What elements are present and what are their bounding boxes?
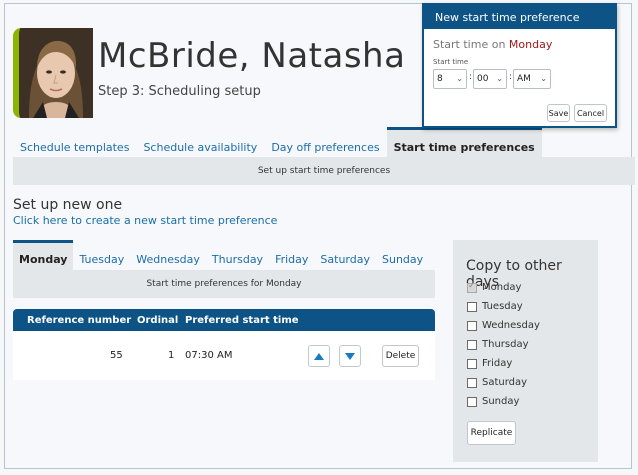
table-row: 55 1 07:30 AM Delete (13, 331, 435, 380)
checkbox-monday[interactable] (467, 281, 477, 293)
time-separator: : (509, 72, 513, 82)
checkbox-label: Wednesday (482, 320, 540, 331)
copy-day-monday[interactable]: Monday (467, 281, 522, 293)
day-tabs: Monday Tuesday Wednesday Thursday Friday… (13, 240, 435, 270)
checkbox-label: Thursday (482, 339, 529, 350)
avatar (13, 28, 93, 118)
column-header-start-time: Preferred start time (185, 315, 299, 326)
move-down-button[interactable] (339, 345, 361, 367)
replicate-button[interactable]: Replicate (467, 421, 516, 445)
time-separator: : (469, 72, 473, 82)
day-subtitle-bar: Start time preferences for Monday (13, 270, 435, 298)
checkbox-label: Friday (482, 358, 513, 369)
day-tab-monday[interactable]: Monday (13, 240, 74, 270)
new-start-time-dialog: New start time preference Start time on … (422, 3, 617, 128)
checkbox-wednesday[interactable] (467, 320, 477, 331)
chevron-down-icon: ⌄ (496, 74, 503, 83)
cell-reference: 55 (110, 350, 123, 361)
cancel-button[interactable]: Cancel (574, 104, 607, 122)
minute-select[interactable]: 00 ⌄ (473, 69, 507, 89)
day-tab-friday[interactable]: Friday (269, 240, 314, 270)
delete-button[interactable]: Delete (382, 345, 419, 367)
tab-schedule-availability[interactable]: Schedule availability (136, 127, 264, 157)
checkbox-friday[interactable] (467, 358, 477, 369)
day-tab-sunday[interactable]: Sunday (376, 240, 429, 270)
column-header-reference: Reference number (27, 315, 132, 326)
copy-to-days-panel: Copy to other days Monday Tuesday Wednes… (453, 240, 598, 462)
dialog-subtitle: Start time on Monday (433, 38, 552, 51)
dialog-title: New start time preference (424, 5, 615, 29)
day-tab-wednesday[interactable]: Wednesday (130, 240, 206, 270)
setup-heading: Set up new one (13, 197, 123, 213)
checkbox-sunday[interactable] (467, 396, 477, 407)
move-up-button[interactable] (308, 345, 330, 367)
copy-day-friday[interactable]: Friday (467, 358, 512, 369)
copy-day-thursday[interactable]: Thursday (467, 339, 529, 350)
tab-schedule-templates[interactable]: Schedule templates (13, 127, 136, 157)
tab-start-time-preferences[interactable]: Start time preferences (386, 127, 542, 157)
hour-value: 8 (437, 74, 443, 84)
arrow-up-icon (314, 352, 324, 360)
main-tabs: Schedule templates Schedule availability… (13, 127, 635, 157)
dialog-subtitle-prefix: Start time on (433, 38, 506, 51)
copy-day-saturday[interactable]: Saturday (467, 377, 527, 388)
day-tab-tuesday[interactable]: Tuesday (73, 240, 130, 270)
column-header-ordinal: Ordinal (137, 315, 179, 326)
start-time-label: Start time (433, 58, 469, 66)
cell-ordinal: 1 (168, 350, 175, 361)
checkbox-label: Monday (482, 282, 522, 293)
day-tab-saturday[interactable]: Saturday (314, 240, 376, 270)
day-tab-thursday[interactable]: Thursday (206, 240, 269, 270)
hour-select[interactable]: 8 ⌄ (433, 69, 467, 89)
arrow-down-icon (345, 352, 355, 360)
chevron-down-icon: ⌄ (456, 74, 463, 83)
section-subtitle: Set up start time preferences (257, 166, 391, 176)
checkbox-label: Sunday (482, 396, 520, 407)
copy-day-sunday[interactable]: Sunday (467, 396, 519, 407)
cell-start-time: 07:30 AM (185, 350, 233, 361)
checkbox-tuesday[interactable] (467, 301, 477, 312)
checkbox-label: Tuesday (482, 301, 523, 312)
avatar-portrait (19, 28, 93, 118)
checkbox-thursday[interactable] (467, 339, 477, 350)
copy-day-wednesday[interactable]: Wednesday (467, 320, 540, 331)
day-subtitle: Start time preferences for Monday (146, 279, 302, 289)
copy-day-tuesday[interactable]: Tuesday (467, 301, 523, 312)
chevron-down-icon: ⌄ (540, 74, 547, 83)
checkbox-saturday[interactable] (467, 377, 477, 388)
dialog-subtitle-day: Monday (508, 38, 553, 51)
minute-value: 00 (477, 74, 489, 84)
save-button[interactable]: Save (547, 104, 570, 122)
ampm-select[interactable]: AM ⌄ (513, 69, 551, 89)
step-subtitle: Step 3: Scheduling setup (98, 84, 261, 99)
ampm-value: AM (517, 74, 531, 84)
create-preference-link[interactable]: Click here to create a new start time pr… (13, 214, 277, 227)
page-title: McBride, Natasha (98, 36, 406, 76)
table-header: Reference number Ordinal Preferred start… (13, 309, 435, 331)
section-subtitle-bar: Set up start time preferences (13, 157, 635, 185)
tab-day-off-preferences[interactable]: Day off preferences (264, 127, 386, 157)
checkbox-label: Saturday (482, 377, 528, 388)
